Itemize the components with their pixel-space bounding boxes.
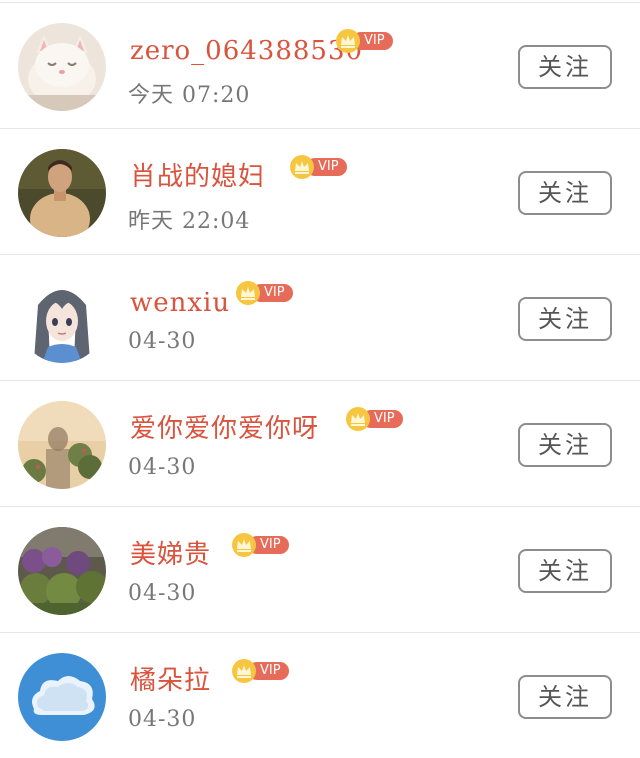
list-item[interactable]: 美娣贵 VIP 04-30 关注	[0, 506, 640, 632]
list-item[interactable]: 橘朵拉 VIP 04-30 关注	[0, 632, 640, 758]
name-line: zero_064388530 VIP	[130, 29, 393, 71]
timestamp: 04-30	[128, 329, 197, 354]
follow-button[interactable]: 关注	[518, 675, 612, 719]
avatar[interactable]	[18, 401, 106, 489]
timestamp: 昨天 22:04	[128, 209, 251, 234]
timestamp: 04-30	[128, 455, 197, 480]
shadow-avatar-image	[18, 401, 106, 489]
user-name[interactable]: zero_064388530	[130, 31, 363, 71]
list-item[interactable]: 肖战的媳妇 VIP 昨天 22:04 关注	[0, 128, 640, 254]
avatar[interactable]	[18, 527, 106, 615]
avatar[interactable]	[18, 653, 106, 741]
name-line: 爱你爱你爱你呀 VIP	[130, 407, 403, 449]
name-line: 肖战的媳妇 VIP	[130, 155, 347, 197]
user-name[interactable]: 肖战的媳妇	[130, 157, 265, 197]
name-line: 橘朵拉 VIP	[130, 659, 289, 701]
name-line: wenxiu VIP	[130, 281, 293, 323]
crown-icon	[236, 281, 260, 305]
follow-button[interactable]: 关注	[518, 171, 612, 215]
crown-icon	[232, 533, 256, 557]
follow-button[interactable]: 关注	[518, 45, 612, 89]
crown-icon	[232, 659, 256, 683]
crown-icon	[290, 155, 314, 179]
user-name[interactable]: 美娣贵	[130, 535, 211, 575]
follow-button[interactable]: 关注	[518, 549, 612, 593]
cat-avatar-image	[18, 23, 106, 111]
bushes-avatar-image	[18, 527, 106, 615]
list-item[interactable]: zero_064388530 VIP 今天 07:20 关注	[0, 2, 640, 128]
user-name[interactable]: 橘朵拉	[130, 661, 211, 701]
list-item[interactable]: wenxiu VIP 04-30 关注	[0, 254, 640, 380]
crown-icon	[346, 407, 370, 431]
avatar[interactable]	[18, 149, 106, 237]
person-avatar-image	[18, 149, 106, 237]
name-line: 美娣贵 VIP	[130, 533, 289, 575]
timestamp: 04-30	[128, 581, 197, 606]
avatar[interactable]	[18, 23, 106, 111]
timestamp: 04-30	[128, 707, 197, 732]
cloud-avatar-image	[18, 653, 106, 741]
crown-icon	[336, 29, 360, 53]
follow-button[interactable]: 关注	[518, 297, 612, 341]
follow-button[interactable]: 关注	[518, 423, 612, 467]
avatar[interactable]	[18, 275, 106, 363]
timestamp: 今天 07:20	[128, 83, 251, 108]
anime-girl-avatar-image	[18, 275, 106, 363]
user-name[interactable]: 爱你爱你爱你呀	[130, 409, 319, 449]
list-item[interactable]: 爱你爱你爱你呀 VIP 04-30 关注	[0, 380, 640, 506]
user-name[interactable]: wenxiu	[130, 283, 230, 323]
